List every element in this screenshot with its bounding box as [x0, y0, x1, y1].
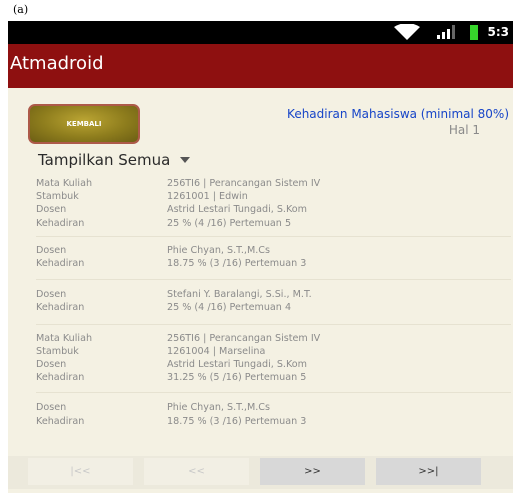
field-value: 1261001 | Edwin — [167, 191, 248, 203]
list-item[interactable]: Dosen Phie Chyan, S.T.,M.Cs Kehadiran 18.7… — [36, 393, 511, 433]
phone-screen: 5:3 Atmadroid KEMBALI Kehadiran Mahasisw… — [8, 21, 513, 493]
field-value: 25 % (4 /16) Pertemuan 4 — [167, 302, 292, 314]
figure-label: (a) — [13, 3, 29, 16]
field-label: Stambuk — [36, 345, 79, 357]
filter-label: Tampilkan Semua — [38, 151, 171, 169]
field-label: Kehadiran — [36, 258, 85, 270]
field-label: Dosen — [36, 204, 67, 216]
list-item[interactable]: Dosen Stefani Y. Baralangi, S.Si., M.T. K… — [36, 280, 511, 325]
chevron-down-icon — [180, 157, 191, 163]
battery-icon — [469, 24, 478, 40]
field-label: Kehadiran — [36, 372, 85, 384]
status-bar: 5:3 — [8, 21, 513, 44]
field-value: 256TI6 | Perancangan Sistem IV — [167, 332, 321, 344]
list-item[interactable]: Mata Kuliah 256TI6 | Perancangan Sistem I… — [36, 174, 511, 237]
app-bar: Atmadroid — [8, 44, 513, 88]
wifi-icon — [393, 24, 420, 40]
attendance-list: Mata Kuliah 256TI6 | Perancangan Sistem I… — [36, 174, 511, 434]
page-title: Kehadiran Mahasiswa (minimal 80%) — [287, 107, 509, 121]
back-button[interactable]: KEMBALI — [28, 104, 140, 144]
field-label: Dosen — [36, 289, 67, 301]
signal-icon — [436, 25, 455, 39]
field-value: Phie Chyan, S.T.,M.Cs — [167, 244, 270, 256]
field-value: 31.25 % (5 /16) Pertemuan 5 — [167, 372, 307, 384]
field-value: Phie Chyan, S.T.,M.Cs — [167, 402, 270, 414]
list-item[interactable]: Dosen Phie Chyan, S.T.,M.Cs Kehadiran 18.7… — [36, 237, 511, 281]
field-value: Astrid Lestari Tungadi, S.Kom — [167, 359, 308, 371]
clock: 5:3 — [487, 25, 510, 39]
field-label: Kehadiran — [36, 302, 85, 314]
filter-dropdown[interactable]: Tampilkan Semua — [38, 151, 191, 169]
field-value: Stefani Y. Baralangi, S.Si., M.T. — [167, 289, 312, 301]
first-page-button[interactable]: |<< — [28, 458, 133, 485]
field-label: Dosen — [36, 244, 67, 256]
field-label: Kehadiran — [36, 217, 85, 229]
field-label: Mata Kuliah — [36, 332, 93, 344]
field-label: Stambuk — [36, 191, 79, 203]
prev-page-button[interactable]: << — [144, 458, 249, 485]
field-value: 18.75 % (3 /16) Pertemuan 3 — [167, 258, 307, 270]
field-value: 18.75 % (3 /16) Pertemuan 3 — [167, 415, 307, 427]
field-label: Dosen — [36, 359, 67, 371]
next-page-button[interactable]: >> — [260, 458, 365, 485]
last-page-button[interactable]: >>| — [376, 458, 481, 485]
field-label: Mata Kuliah — [36, 178, 93, 189]
field-value: 1261004 | Marselina — [167, 345, 266, 357]
list-item[interactable]: Mata Kuliah 256TI6 | Perancangan Sistem I… — [36, 325, 511, 394]
page-number: Hal 1 — [448, 123, 480, 137]
field-label: Kehadiran — [36, 415, 85, 427]
field-value: 25 % (4 /16) Pertemuan 5 — [167, 217, 292, 229]
status-icons: 5:3 — [393, 24, 510, 40]
pagination-bar: |<< << >> >>| — [8, 456, 513, 489]
app-title: Atmadroid — [10, 53, 104, 74]
field-label: Dosen — [36, 402, 67, 414]
field-value: 256TI6 | Perancangan Sistem IV — [167, 178, 321, 189]
field-value: Astrid Lestari Tungadi, S.Kom — [167, 204, 308, 216]
